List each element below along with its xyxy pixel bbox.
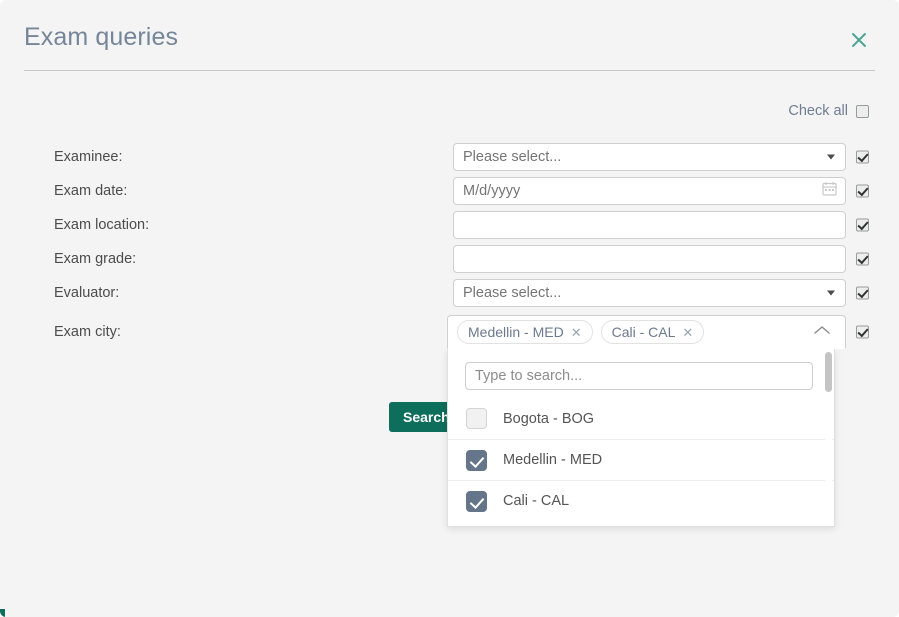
exam-city-dropdown-panel: Bogota - BOG Medellin - MED Cali - CAL <box>447 349 835 527</box>
evaluator-select[interactable]: Please select... <box>453 279 846 307</box>
form-row-exam-location: Exam location: <box>0 211 899 239</box>
exam-city-multiselect[interactable]: Medellin - MED ✕ Cali - CAL ✕ <box>447 315 846 349</box>
list-item[interactable]: Medellin - MED <box>448 439 834 480</box>
corner-artifact <box>0 609 5 617</box>
selected-tag[interactable]: Cali - CAL ✕ <box>600 320 705 344</box>
examinee-select[interactable]: Please select... <box>453 143 846 171</box>
exam-grade-input[interactable] <box>453 245 846 273</box>
exam-date-input[interactable]: M/d/yyyy <box>453 177 846 205</box>
examinee-select-value: Please select... <box>463 149 562 165</box>
form-row-examinee: Examinee: Please select... <box>0 143 899 171</box>
option-checkbox[interactable] <box>466 490 487 512</box>
close-icon[interactable]: ✕ <box>682 326 693 339</box>
option-checkbox[interactable] <box>466 408 487 429</box>
exam-queries-dialog: Exam queries Check all Examinee: Please … <box>0 0 899 617</box>
field-label-examinee: Examinee: <box>54 149 123 165</box>
exam-location-row-checkbox[interactable] <box>856 218 869 232</box>
option-label: Bogota - BOG <box>503 410 595 427</box>
exam-date-row-checkbox[interactable] <box>856 184 869 198</box>
list-item[interactable]: Bogota - BOG <box>448 398 834 439</box>
chevron-down-icon[interactable] <box>827 154 835 160</box>
examinee-row-checkbox[interactable] <box>856 150 869 164</box>
selected-tag-label: Cali - CAL <box>611 324 676 340</box>
form-row-exam-date: Exam date: M/d/yyyy <box>0 177 899 205</box>
field-label-exam-city: Exam city: <box>54 324 121 340</box>
chevron-up-icon[interactable] <box>813 323 831 341</box>
exam-city-row-checkbox[interactable] <box>856 325 869 339</box>
option-label: Medellin - MED <box>503 452 603 468</box>
scrollbar-thumb[interactable] <box>825 352 832 392</box>
evaluator-row-checkbox[interactable] <box>856 286 869 300</box>
exam-date-placeholder: M/d/yyyy <box>463 183 521 199</box>
field-label-evaluator: Evaluator: <box>54 285 120 301</box>
field-label-exam-location: Exam location: <box>54 217 150 233</box>
field-label-exam-grade: Exam grade: <box>54 251 137 267</box>
list-item[interactable]: Cali - CAL <box>448 480 834 521</box>
exam-grade-row-checkbox[interactable] <box>856 252 869 266</box>
evaluator-select-value: Please select... <box>463 285 562 301</box>
option-checkbox[interactable] <box>466 449 487 471</box>
calendar-icon[interactable] <box>822 181 837 201</box>
field-label-exam-date: Exam date: <box>54 183 128 199</box>
option-label: Cali - CAL <box>503 493 570 509</box>
form-row-evaluator: Evaluator: Please select... <box>0 279 899 307</box>
chevron-down-icon[interactable] <box>827 290 835 296</box>
search-input[interactable] <box>465 362 813 390</box>
form-row-exam-grade: Exam grade: <box>0 245 899 273</box>
option-list: Bogota - BOG Medellin - MED Cali - CAL <box>448 398 834 521</box>
close-icon[interactable]: ✕ <box>571 326 582 339</box>
selected-tag[interactable]: Medellin - MED ✕ <box>457 320 593 344</box>
selected-tag-label: Medellin - MED <box>468 324 564 340</box>
exam-location-input[interactable] <box>453 211 846 239</box>
